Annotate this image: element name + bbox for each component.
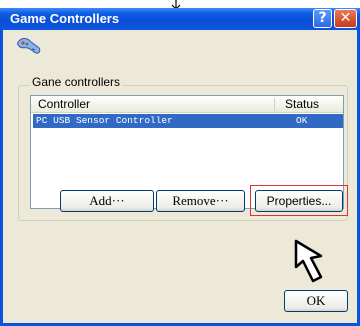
gamepad-icon [17,38,41,54]
column-divider[interactable] [274,98,275,111]
group-legend: Gane controllers [30,75,123,89]
help-button[interactable]: ? [313,9,332,28]
properties-button[interactable]: Properties... [255,190,343,212]
controller-status: OK [296,115,308,126]
arrow-cursor-icon [294,239,323,283]
remove-button[interactable]: Remove··· [156,190,245,212]
column-header-controller[interactable]: Controller [38,97,90,111]
ok-button[interactable]: OK [284,290,348,312]
controller-name: PC USB Sensor Controller [36,115,173,126]
window-title: Game Controllers [10,11,120,26]
close-button[interactable]: ✕ [334,9,357,28]
list-header: Controller Status [31,96,343,113]
column-header-status[interactable]: Status [285,97,319,111]
list-item[interactable]: PC USB Sensor Controller OK [33,114,343,128]
title-bar[interactable]: Game Controllers ? ✕ [0,8,360,30]
add-button[interactable]: Add··· [60,190,154,212]
